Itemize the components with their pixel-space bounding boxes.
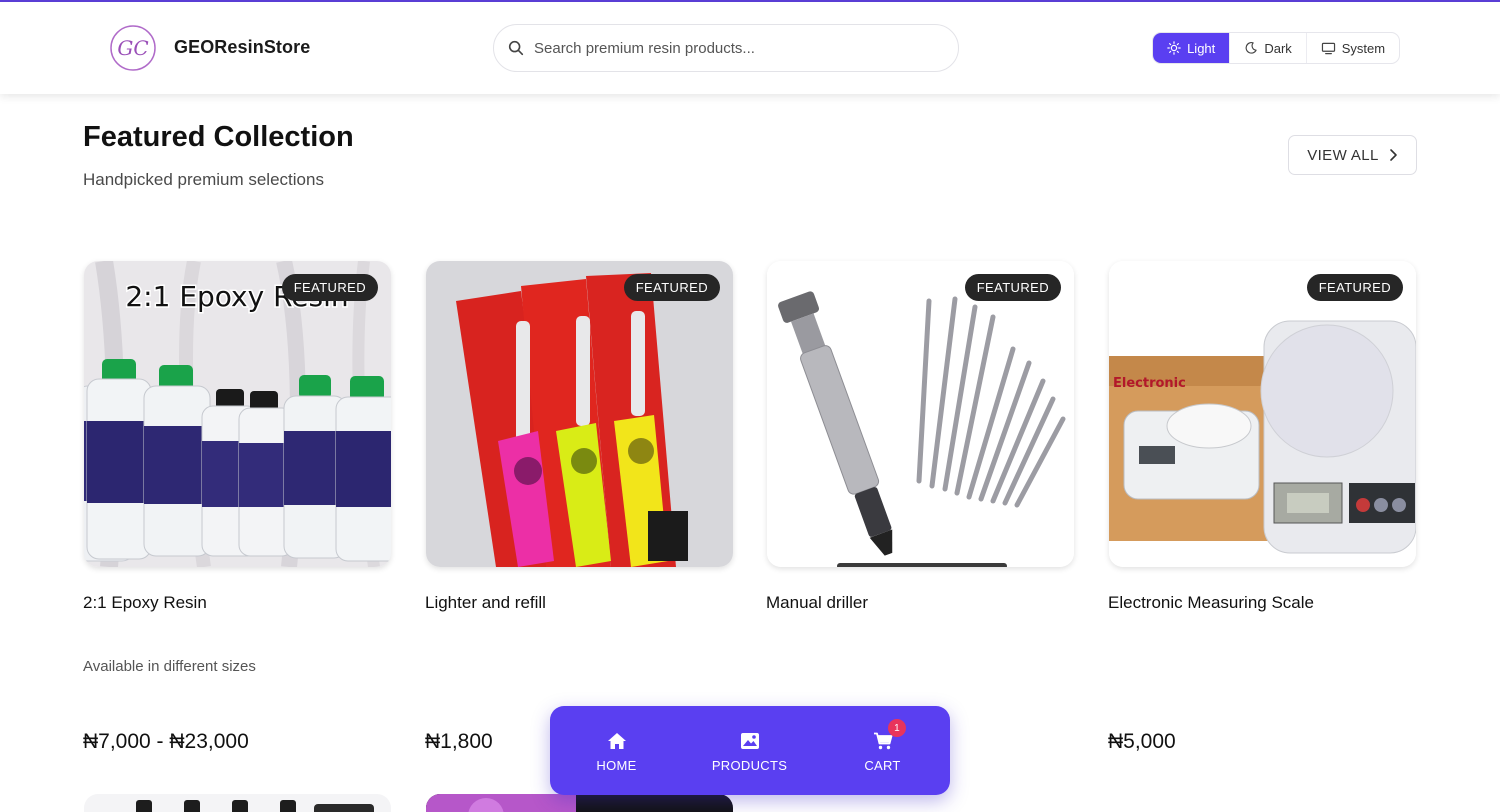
epoxy-bottles-image: 2:1 Epoxy Resin <box>84 261 391 567</box>
product-image-measuring-scale[interactable]: Electronic FEATURED <box>1109 261 1416 567</box>
product-name[interactable]: Manual driller <box>766 593 868 613</box>
product-name[interactable]: Electronic Measuring Scale <box>1108 593 1314 613</box>
product-price: ₦1,800 <box>425 730 493 753</box>
theme-switcher: Light Dark System <box>1152 32 1400 64</box>
theme-system-button[interactable]: System <box>1307 33 1399 63</box>
brand-logo[interactable]: GC <box>109 24 157 72</box>
nav-products[interactable]: PRODUCTS <box>683 706 816 795</box>
view-all-label: VIEW ALL <box>1307 146 1379 164</box>
hand-drill-bits-image <box>767 261 1074 567</box>
featured-badge: FEATURED <box>1306 274 1403 301</box>
search-bar[interactable] <box>493 24 959 72</box>
theme-system-label: System <box>1341 40 1386 56</box>
featured-badge: FEATURED <box>964 274 1061 301</box>
nav-home[interactable]: HOME <box>550 706 683 795</box>
product-image-lighter[interactable]: FEATURED <box>426 261 733 567</box>
svg-text:Electronic: Electronic <box>1113 376 1186 391</box>
search-icon <box>508 40 524 56</box>
nav-products-label: PRODUCTS <box>711 758 788 773</box>
cart-icon <box>873 732 892 750</box>
product-price: ₦7,000 - ₦23,000 <box>83 730 249 753</box>
product-price: ₦5,000 <box>1108 730 1176 753</box>
chevron-right-icon <box>1389 149 1397 161</box>
partial-product-image <box>426 794 576 812</box>
sun-icon <box>1167 41 1181 55</box>
theme-light-button[interactable]: Light <box>1153 33 1231 63</box>
lighters-image <box>426 261 733 567</box>
theme-dark-button[interactable]: Dark <box>1230 33 1307 63</box>
section-title: Featured Collection <box>83 121 354 153</box>
product-card-partial[interactable] <box>84 794 391 812</box>
featured-badge: FEATURED <box>281 274 378 301</box>
monitor-icon <box>1321 42 1335 54</box>
brand-name[interactable]: GEOResinStore <box>174 37 310 58</box>
product-image-manual-driller[interactable]: FEATURED <box>767 261 1074 567</box>
product-name[interactable]: Lighter and refill <box>425 593 546 613</box>
product-description: Available in different sizes <box>83 658 256 675</box>
theme-dark-label: Dark <box>1264 40 1292 56</box>
section-subtitle: Handpicked premium selections <box>83 170 324 189</box>
kitchen-scale-image: Electronic <box>1109 261 1416 567</box>
moon-icon <box>1245 42 1257 54</box>
svg-text:GC: GC <box>117 36 148 60</box>
partial-product-image <box>136 800 374 812</box>
featured-badge: FEATURED <box>623 274 720 301</box>
product-card-partial[interactable] <box>426 794 733 812</box>
view-all-button[interactable]: VIEW ALL <box>1288 135 1417 175</box>
product-image-epoxy-resin[interactable]: 2:1 Epoxy Resin FEATURED <box>84 261 391 567</box>
site-header: GC GEOResinStore Light <box>0 2 1500 94</box>
nav-cart-label: CART <box>864 758 901 773</box>
theme-light-label: Light <box>1187 40 1216 56</box>
image-icon <box>740 733 759 749</box>
product-name[interactable]: 2:1 Epoxy Resin <box>83 593 207 613</box>
cart-count-badge: 1 <box>888 719 906 737</box>
home-icon <box>607 733 626 749</box>
bottom-navigation: HOME PRODUCTS CART 1 <box>550 706 950 795</box>
nav-home-label: HOME <box>596 758 637 773</box>
nav-cart[interactable]: CART 1 <box>816 706 949 795</box>
search-input[interactable] <box>534 33 944 63</box>
